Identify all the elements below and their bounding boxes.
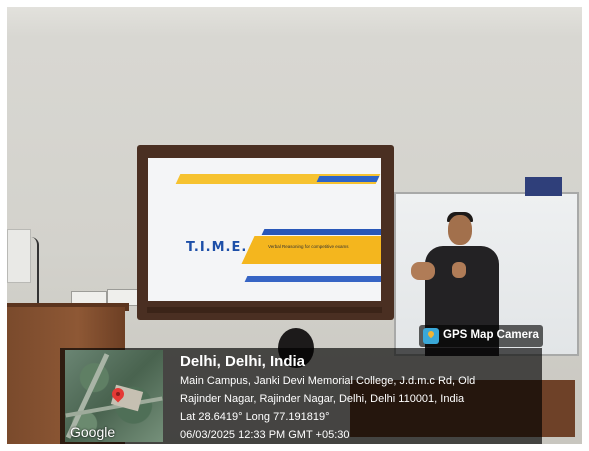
address-line-1: Main Campus, Janki Devi Memorial College…	[180, 375, 476, 387]
slide-stripe	[241, 236, 381, 264]
tv-base	[147, 307, 382, 313]
coordinates: Lat 28.6419° Long 77.191819°	[180, 411, 330, 423]
map-pin-center	[116, 392, 120, 396]
slide-stripe	[244, 276, 381, 282]
timestamp: 06/03/2025 12:33 PM GMT +05:30	[180, 429, 350, 441]
slide-stripe	[261, 229, 381, 235]
gps-app-badge: GPS Map Camera	[419, 325, 543, 347]
address-line-2: Rajinder Nagar, Rajinder Nagar, Delhi, D…	[180, 393, 465, 405]
gps-app-name: GPS Map Camera	[443, 329, 539, 341]
google-logo: Google	[70, 424, 116, 440]
slide-stripe	[316, 176, 380, 182]
ceiling	[7, 7, 582, 37]
gps-camera-icon	[423, 328, 439, 344]
pin-icon	[426, 329, 436, 339]
speaker-head	[448, 215, 472, 245]
time-logo: T.I.M.E.	[186, 240, 248, 255]
wall-unit	[7, 229, 31, 283]
wall-sign	[525, 177, 562, 196]
slide-caption: Verbal Reasoning for competitive exams	[268, 244, 349, 249]
location-title: Delhi, Delhi, India	[180, 353, 306, 370]
speaker-arm	[411, 262, 435, 280]
speaker-hand	[452, 262, 466, 278]
presentation-screen: T.I.M.E. Verbal Reasoning for competitiv…	[148, 158, 381, 301]
cable	[29, 237, 39, 307]
